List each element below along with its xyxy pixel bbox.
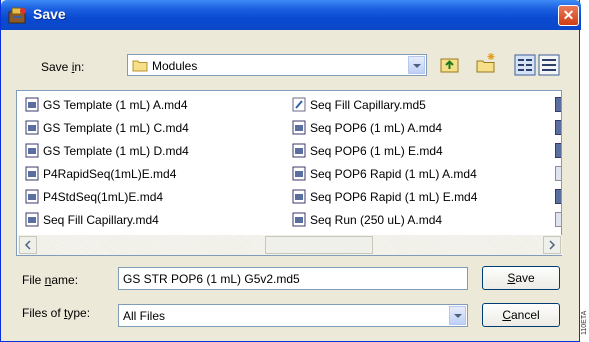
- document-icon: [555, 166, 561, 181]
- file-type-dropdown[interactable]: All Files: [118, 304, 468, 327]
- save-in-label: Save in:: [41, 60, 85, 74]
- list-view-icon[interactable]: [514, 54, 536, 76]
- file-name-label: File name:: [22, 273, 79, 287]
- close-icon: ✕: [562, 7, 575, 23]
- edit-document-icon: [292, 97, 306, 112]
- save-in-dropdown[interactable]: Modules: [127, 54, 427, 76]
- document-icon: [292, 143, 306, 158]
- folder-icon: [132, 60, 148, 72]
- document-icon: [25, 212, 39, 227]
- scroll-left-button[interactable]: [19, 236, 37, 254]
- clipped-column-icons: [555, 96, 561, 232]
- document-icon: [25, 189, 39, 204]
- file-name-field[interactable]: GS STR POP6 (1 mL) G5v2.md5: [118, 267, 468, 290]
- document-icon: [292, 166, 306, 181]
- cancel-button[interactable]: Cancel: [482, 303, 560, 327]
- document-icon: [555, 120, 561, 135]
- file-list[interactable]: GS Template (1 mL) A.md4 GS Template (1 …: [16, 90, 562, 256]
- chevron-down-icon[interactable]: [449, 306, 466, 325]
- document-icon: [292, 212, 306, 227]
- scroll-thumb[interactable]: [265, 236, 373, 254]
- up-one-level-icon[interactable]: [439, 54, 461, 76]
- horizontal-scrollbar[interactable]: [18, 235, 562, 255]
- chevron-left-icon: [24, 240, 31, 250]
- document-icon: [292, 120, 306, 135]
- save-button[interactable]: Save: [482, 266, 560, 290]
- document-icon: [25, 97, 39, 112]
- figure-id-mark: 110ETA: [581, 310, 588, 335]
- save-dialog: Save ✕ Save in: Modules GS Template (1 m…: [0, 0, 581, 342]
- title-bar[interactable]: Save ✕: [1, 0, 581, 30]
- document-icon: [292, 189, 306, 204]
- new-folder-icon[interactable]: [475, 52, 497, 74]
- document-icon: [555, 143, 561, 158]
- window-title: Save: [33, 6, 66, 22]
- save-in-value: Modules: [152, 59, 198, 73]
- document-icon: [555, 189, 561, 204]
- document-icon: [555, 212, 561, 227]
- document-icon: [25, 143, 39, 158]
- chevron-down-icon[interactable]: [408, 56, 425, 74]
- details-view-icon[interactable]: [538, 54, 560, 76]
- document-icon: [25, 166, 39, 181]
- file-type-value: All Files: [123, 309, 166, 323]
- document-icon: [25, 120, 39, 135]
- app-icon: [8, 7, 26, 24]
- document-icon: [555, 97, 561, 112]
- chevron-right-icon: [549, 240, 556, 250]
- close-button[interactable]: ✕: [558, 5, 579, 26]
- file-type-label: Files of type:: [22, 306, 91, 320]
- scroll-right-button[interactable]: [543, 236, 561, 254]
